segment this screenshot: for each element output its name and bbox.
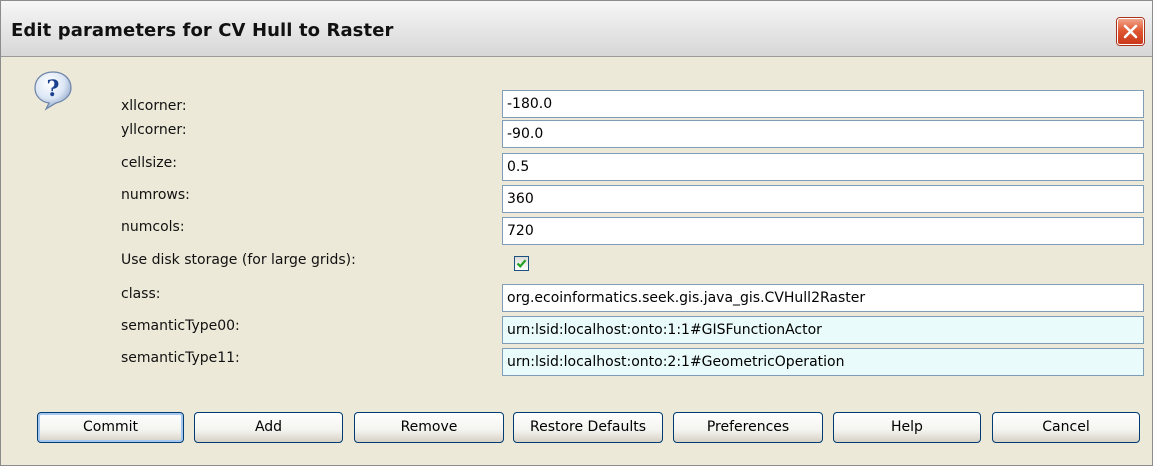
help-button[interactable]: Help — [833, 412, 981, 443]
checkmark-icon — [516, 259, 527, 268]
disk-storage-checkbox[interactable] — [514, 256, 529, 271]
numcols-field[interactable] — [502, 217, 1144, 245]
yllcorner-label: yllcorner: — [121, 122, 187, 138]
dialog-body: ? xllcorner: yllcorner: cellsize: numrow… — [4, 59, 1149, 462]
xllcorner-label: xllcorner: — [121, 98, 187, 114]
title-bar[interactable]: Edit parameters for CV Hull to Raster — [1, 1, 1152, 57]
close-button[interactable] — [1117, 18, 1144, 45]
preferences-button[interactable]: Preferences — [673, 412, 823, 443]
numrows-label: numrows: — [121, 187, 190, 203]
dialog-window: Edit parameters for CV Hull to Raster ? … — [0, 0, 1153, 466]
restore-defaults-button[interactable]: Restore Defaults — [513, 412, 663, 443]
semantic-type-00-label: semanticType00: — [121, 318, 240, 334]
semantic-type-11-field[interactable] — [502, 348, 1144, 376]
remove-button[interactable]: Remove — [354, 412, 504, 443]
yllcorner-field[interactable] — [502, 120, 1144, 148]
svg-text:?: ? — [47, 76, 60, 102]
disk-storage-label: Use disk storage (for large grids): — [121, 252, 356, 268]
numrows-field[interactable] — [502, 185, 1144, 213]
class-label: class: — [121, 286, 161, 302]
add-button[interactable]: Add — [194, 412, 343, 443]
window-title: Edit parameters for CV Hull to Raster — [11, 20, 394, 41]
numcols-label: numcols: — [121, 219, 185, 235]
cancel-button[interactable]: Cancel — [992, 412, 1140, 443]
xllcorner-field[interactable] — [502, 90, 1144, 118]
cellsize-field[interactable] — [502, 153, 1144, 181]
commit-button[interactable]: Commit — [37, 412, 184, 443]
class-field[interactable] — [502, 284, 1144, 312]
semantic-type-11-label: semanticType11: — [121, 350, 240, 366]
question-mark-icon: ? — [34, 71, 72, 111]
cellsize-label: cellsize: — [121, 155, 177, 171]
close-icon — [1123, 24, 1138, 39]
semantic-type-00-field[interactable] — [502, 316, 1144, 344]
